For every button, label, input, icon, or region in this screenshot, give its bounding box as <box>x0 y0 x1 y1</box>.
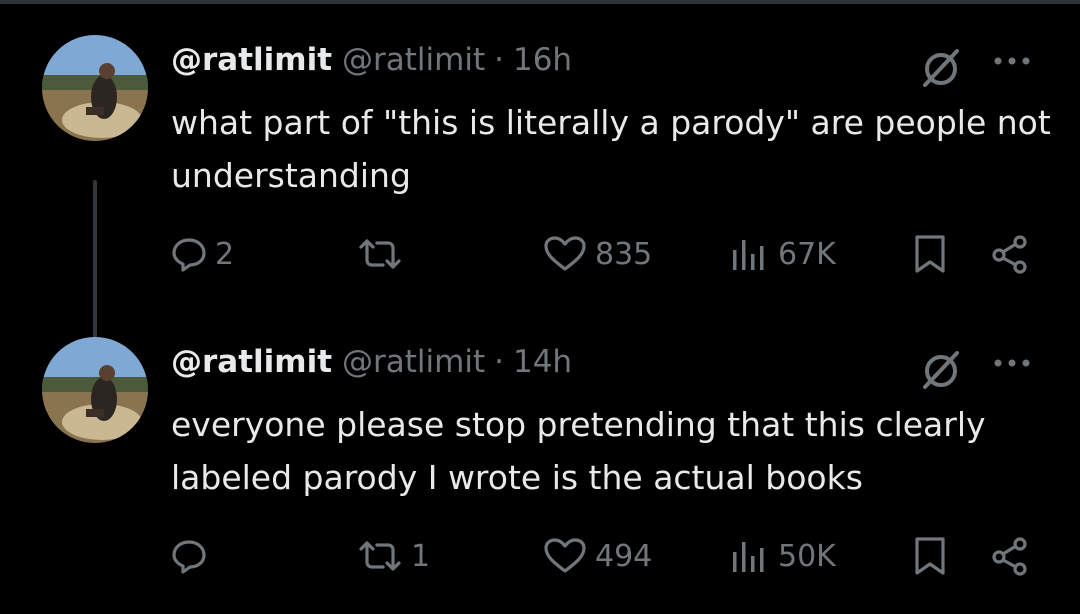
display-name[interactable]: @ratlimit <box>171 42 332 78</box>
avatar[interactable] <box>42 337 148 443</box>
display-name[interactable]: @ratlimit <box>171 344 332 380</box>
like-count: 835 <box>595 236 653 272</box>
avatar[interactable] <box>42 35 148 141</box>
retweet-count: 1 <box>411 538 431 574</box>
reply-button[interactable]: 2 <box>171 226 234 282</box>
action-bar: 2 835 67K <box>0 226 1080 282</box>
timestamp[interactable]: 14h <box>513 344 572 380</box>
retweet-button[interactable] <box>357 226 411 282</box>
tweet-header: @ratlimit @ratlimit · 16h <box>171 42 572 82</box>
reply-button[interactable] <box>171 528 215 584</box>
grok-icon[interactable] <box>920 46 962 88</box>
tweet-header: @ratlimit @ratlimit · 14h <box>171 344 572 384</box>
like-button[interactable]: 835 <box>543 226 652 282</box>
like-count: 494 <box>595 538 653 574</box>
bookmark-button[interactable] <box>912 528 948 584</box>
grok-icon[interactable] <box>920 348 962 390</box>
share-button[interactable] <box>990 528 1030 584</box>
share-icon <box>990 536 1030 576</box>
heart-icon <box>543 537 587 575</box>
tweet-text: what part of "this is literally a parody… <box>171 103 1051 195</box>
heart-icon <box>543 235 587 273</box>
view-count: 67K <box>778 236 836 272</box>
bookmark-icon <box>912 234 948 274</box>
view-count: 50K <box>778 538 836 574</box>
separator: · <box>494 42 504 78</box>
separator: · <box>494 344 504 380</box>
bookmark-button[interactable] <box>912 226 948 282</box>
top-divider <box>0 0 1080 4</box>
timestamp[interactable]: 16h <box>513 42 572 78</box>
views-icon <box>730 236 770 272</box>
views-button[interactable]: 50K <box>730 528 836 584</box>
share-button[interactable] <box>990 226 1030 282</box>
handle[interactable]: @ratlimit <box>342 344 485 380</box>
reply-count: 2 <box>215 236 235 272</box>
action-bar: 1 494 50K <box>0 528 1080 584</box>
views-icon <box>730 538 770 574</box>
bookmark-icon <box>912 536 948 576</box>
tweet-text: everyone please stop pretending that thi… <box>171 405 986 497</box>
reply-icon <box>171 236 207 272</box>
like-button[interactable]: 494 <box>543 528 652 584</box>
share-icon <box>990 234 1030 274</box>
reply-icon <box>171 538 207 574</box>
retweet-button[interactable]: 1 <box>357 528 430 584</box>
retweet-icon <box>357 538 403 574</box>
more-icon[interactable] <box>990 348 1034 378</box>
views-button[interactable]: 67K <box>730 226 836 282</box>
handle[interactable]: @ratlimit <box>342 42 485 78</box>
retweet-icon <box>357 236 403 272</box>
more-icon[interactable] <box>990 46 1034 76</box>
